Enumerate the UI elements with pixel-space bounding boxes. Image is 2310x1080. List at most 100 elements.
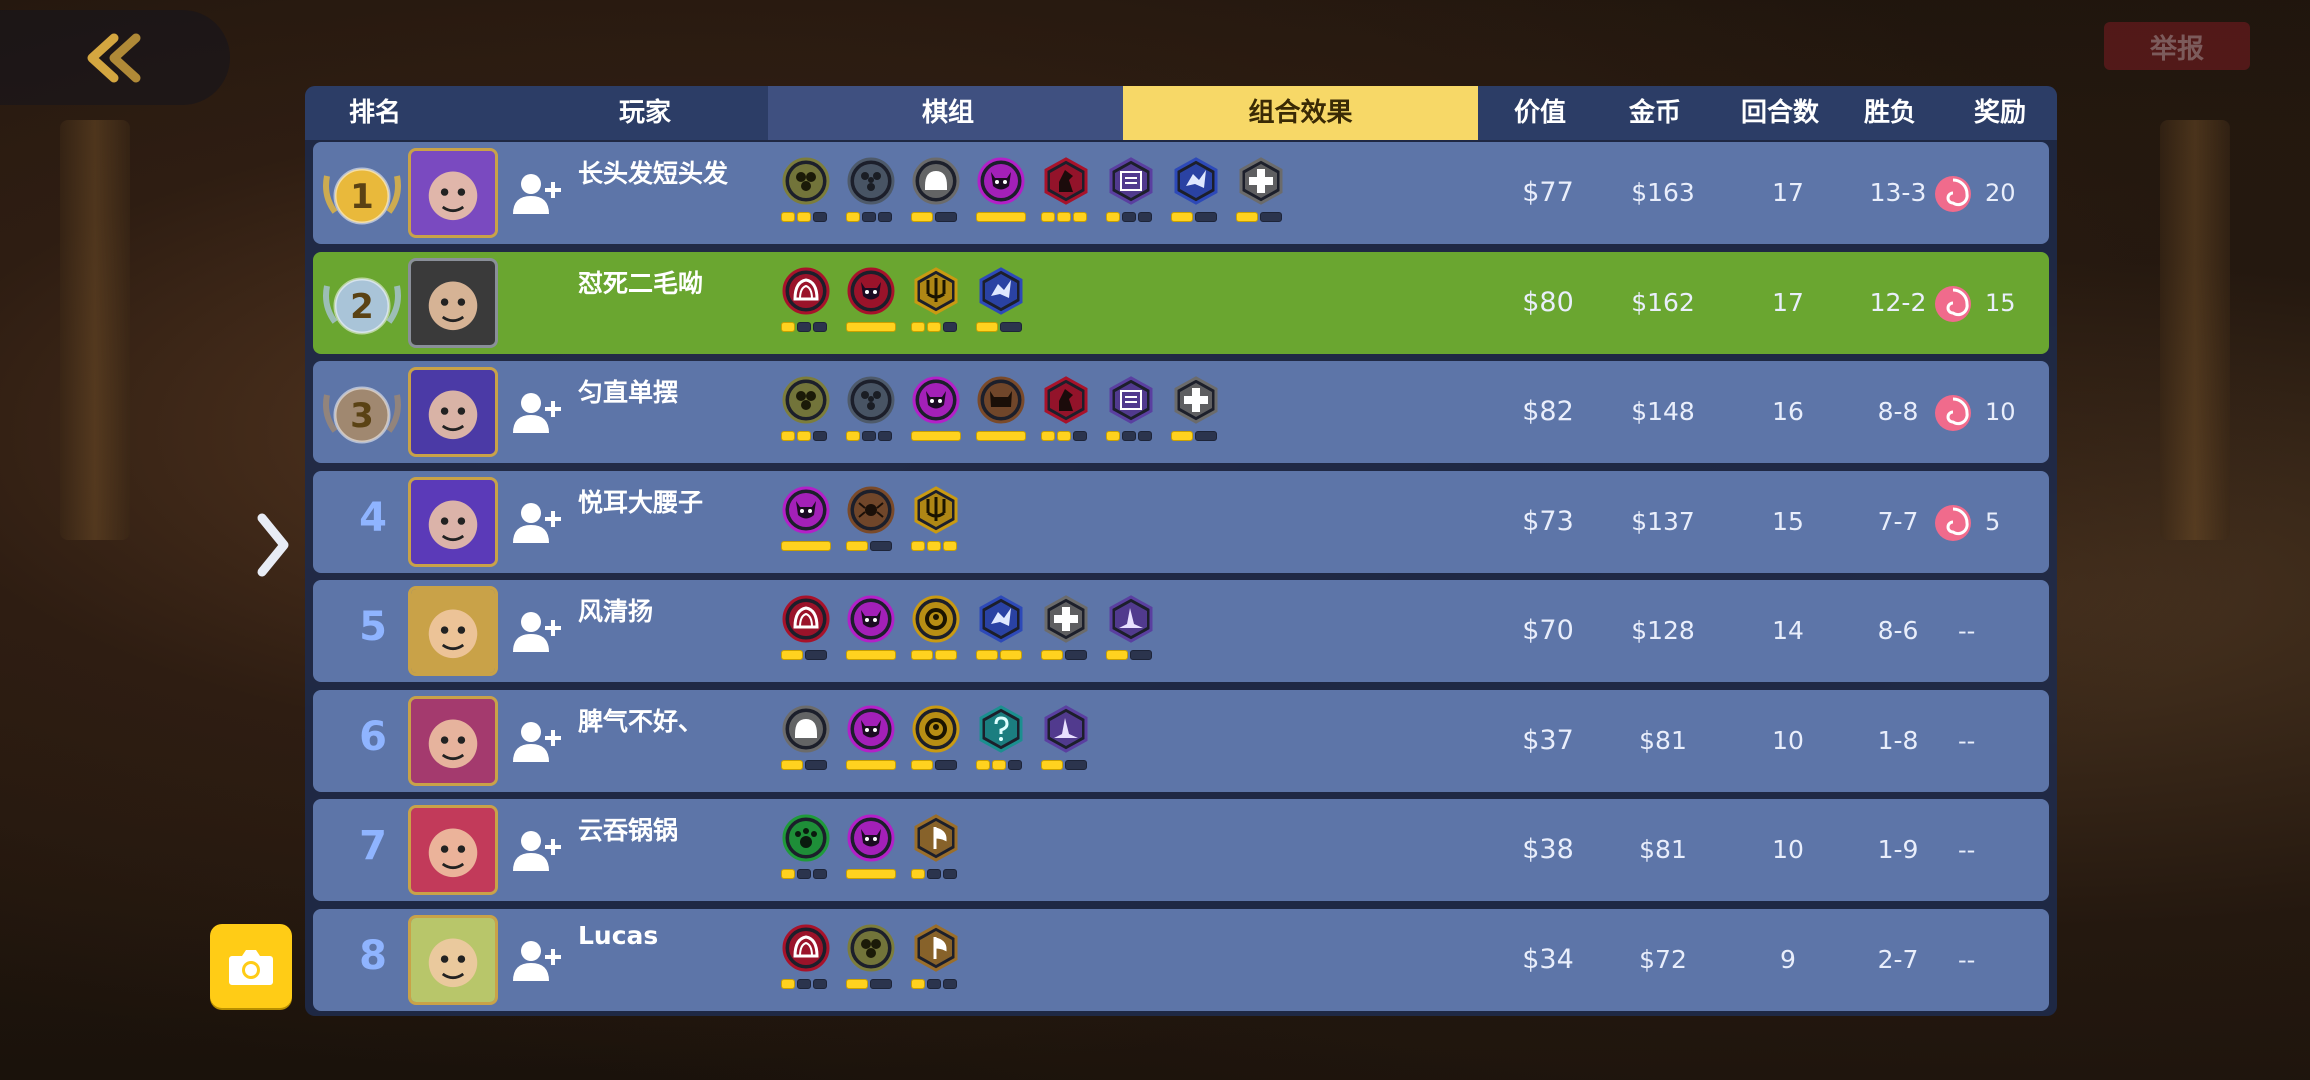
synergy-badge[interactable] [1041, 375, 1091, 455]
expand-arrow-button[interactable] [252, 510, 294, 580]
add-friend-button[interactable] [511, 497, 565, 547]
synergy-badge[interactable] [781, 704, 831, 784]
synergy-badge[interactable] [846, 704, 896, 784]
player-row[interactable]: 1 长头发短头发 $77 $163 17 13-3 20 [313, 142, 2049, 244]
synergy-badge[interactable] [1236, 156, 1286, 236]
avatar[interactable] [408, 695, 498, 786]
tab-effects[interactable]: 组合效果 [1123, 86, 1478, 140]
synergy-badge[interactable] [846, 266, 896, 346]
reward-count: -- [1958, 836, 1976, 864]
player-row[interactable]: 3 匀直单摆 $82 $148 16 8-8 10 [313, 361, 2049, 463]
synergy-level-pip [1000, 321, 1022, 332]
knight-icon [1044, 157, 1088, 205]
avatar[interactable] [408, 367, 498, 457]
synergy-badge[interactable] [1041, 156, 1091, 236]
synergy-badge[interactable] [1106, 156, 1156, 236]
synergy-level-pip [1073, 431, 1087, 441]
synergy-badge[interactable] [1171, 156, 1221, 236]
synergy-badge[interactable] [846, 156, 896, 236]
player-gold: $72 [1639, 944, 1687, 974]
synergy-level-pip [976, 212, 1026, 222]
screenshot-button[interactable] [210, 924, 292, 1008]
cat-icon [977, 376, 1025, 424]
ring-icon [912, 705, 960, 752]
synergy-level-pip [992, 759, 1006, 770]
reward-count: -- [1958, 726, 1976, 755]
synergy-badge[interactable] [911, 704, 961, 784]
player-row[interactable]: 5 风清扬 $70 $128 14 8-6 -- [313, 580, 2049, 682]
synergy-badge[interactable] [781, 923, 831, 1003]
synergy-badge[interactable] [911, 485, 961, 565]
synergy-badge[interactable] [846, 485, 896, 565]
player-name: Lucas [578, 920, 659, 950]
synergy-level-pip [781, 650, 803, 660]
rank-medal-number: 3 [350, 396, 374, 436]
player-row[interactable]: 7 云吞锅锅 $38 $81 10 1-9 -- [313, 799, 2049, 901]
synergy-badge[interactable] [911, 375, 961, 455]
synergy-badge[interactable] [846, 813, 896, 893]
player-record: 8-6 [1877, 616, 1919, 645]
synergy-badge[interactable] [1041, 704, 1091, 784]
synergy-level-pip [1008, 759, 1022, 770]
synergy-level-pip [781, 869, 795, 879]
player-row[interactable]: 6 脾气不好、 $37 $81 10 1-8 -- [313, 689, 2049, 792]
synergy-badge[interactable] [846, 923, 896, 1003]
synergy-badge[interactable] [781, 266, 831, 346]
avatar[interactable] [408, 148, 498, 238]
beetle-icon [782, 376, 830, 424]
report-button[interactable]: 举报 [2104, 22, 2250, 70]
player-row[interactable]: 8 Lucas $34 $72 9 2-7 -- [313, 908, 2049, 1011]
synergy-badge[interactable] [911, 813, 961, 893]
add-friend-button[interactable] [511, 168, 565, 218]
avatar[interactable] [408, 914, 498, 1005]
synergy-badge[interactable] [1106, 594, 1156, 674]
player-row[interactable]: 4 悦耳大腰子 $73 $137 15 7-7 5 [313, 470, 2049, 573]
synergy-badge[interactable] [976, 156, 1026, 236]
player-record: 1-8 [1877, 725, 1919, 755]
synergy-badge[interactable] [976, 375, 1026, 455]
synergy-badge[interactable] [1106, 375, 1156, 455]
add-friend-button[interactable] [511, 716, 565, 766]
synergy-badge[interactable] [846, 375, 896, 455]
synergy-badge[interactable] [781, 485, 831, 565]
avatar[interactable] [408, 586, 498, 676]
beetle-icon [782, 157, 830, 205]
synergy-level-pip [943, 978, 957, 989]
tab-lineup[interactable]: 棋组 [768, 86, 1128, 140]
synergy-badge[interactable] [976, 266, 1026, 346]
synergy-badge[interactable] [911, 923, 961, 1003]
synergy-badge[interactable] [781, 375, 831, 455]
synergy-badge[interactable] [976, 704, 1026, 784]
back-button[interactable] [0, 10, 230, 105]
synergy-level-pip [935, 212, 957, 222]
add-friend-button[interactable] [511, 825, 565, 875]
synergy-badge[interactable] [781, 156, 831, 236]
hero-portrait-icon [411, 698, 495, 783]
synergy-level-pip [797, 212, 811, 222]
synergy-badge[interactable] [911, 156, 961, 236]
add-friend-button[interactable] [511, 387, 565, 437]
reward-count: 10 [1985, 398, 2016, 426]
synergy-badge[interactable] [1171, 375, 1221, 455]
synergy-level-pip [976, 759, 990, 770]
synergy-badge[interactable] [911, 266, 961, 346]
add-friend-icon [513, 831, 561, 871]
synergy-badge[interactable] [911, 594, 961, 674]
add-friend-icon [513, 721, 561, 762]
synergy-level-pip [911, 650, 933, 660]
add-friend-button[interactable] [511, 606, 565, 656]
add-friend-icon [513, 393, 561, 433]
avatar[interactable] [408, 805, 498, 895]
synergy-badge[interactable] [781, 813, 831, 893]
synergy-level-pip [1065, 759, 1087, 770]
synergy-badge[interactable] [846, 594, 896, 674]
synergy-badge[interactable] [976, 594, 1026, 674]
synergy-badge[interactable] [1041, 594, 1091, 674]
avatar[interactable] [408, 476, 498, 567]
book-icon [1109, 376, 1153, 424]
player-row[interactable]: 2 怼死二毛呦 $80 $162 17 12-2 15 [313, 251, 2049, 354]
hero-portrait-icon [411, 479, 495, 564]
add-friend-button[interactable] [511, 935, 565, 985]
synergy-badge[interactable] [781, 594, 831, 674]
avatar[interactable] [408, 257, 498, 348]
